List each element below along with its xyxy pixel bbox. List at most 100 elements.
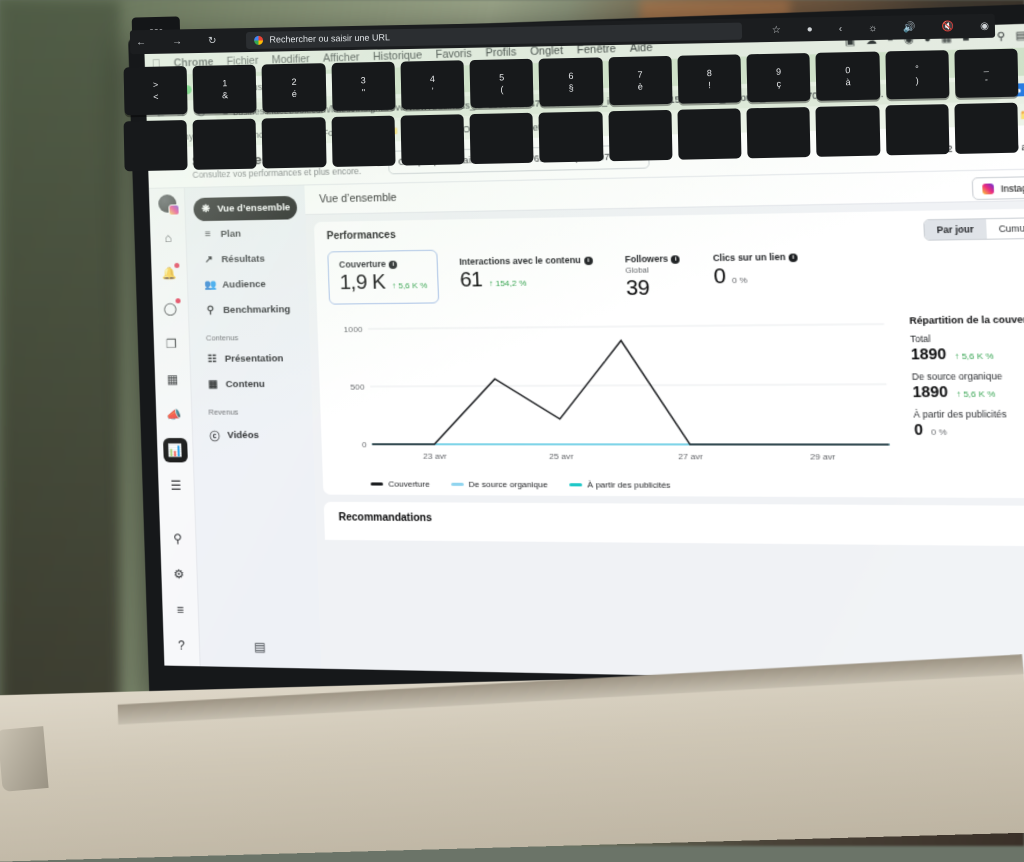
key[interactable]: 3" <box>331 62 395 111</box>
info-icon[interactable]: i <box>671 255 680 264</box>
metric-interactions[interactable]: Interactions avec le contenui 61 ↑ 154,2… <box>448 247 605 301</box>
reload-icon[interactable]: ↻ <box>208 35 217 46</box>
legend-item-couverture[interactable]: Couverture <box>370 479 429 489</box>
list-icon[interactable]: ≡ <box>168 597 193 622</box>
instagram-icon <box>982 183 994 194</box>
metrics-row: Couverturei 1,9 K ↑ 5,6 K % Interactions… <box>327 240 1024 313</box>
breakdown-title: Répartition de la couverture <box>909 314 1024 326</box>
menu-icon[interactable]: ☰ <box>164 474 189 498</box>
layout-panel-icon[interactable]: ▤ <box>254 640 266 658</box>
key[interactable] <box>400 114 464 165</box>
menubar-item-favoris[interactable]: Favoris <box>435 48 472 62</box>
sidebar-item-presentation[interactable]: ☷ Présentation <box>198 347 302 371</box>
info-icon[interactable]: i <box>789 253 798 262</box>
megaphone-icon[interactable]: 📣 <box>161 403 186 427</box>
key[interactable]: °) <box>885 50 949 99</box>
key[interactable] <box>677 108 741 159</box>
sidebar-item-videos[interactable]: ⓒ Vidéos <box>201 422 306 450</box>
legend-item-publicites[interactable]: À partir des publicités <box>569 480 671 490</box>
sidebar-item-resultats[interactable]: ↗ Résultats <box>195 247 299 272</box>
avatar[interactable] <box>158 194 177 212</box>
key[interactable]: _- <box>954 49 1018 98</box>
key-top-label: 6 <box>568 70 573 82</box>
gear-icon[interactable]: ⚙ <box>167 562 192 587</box>
key[interactable] <box>539 111 603 162</box>
key[interactable] <box>262 117 326 168</box>
metric-label: Interactions avec le contenu <box>459 255 581 267</box>
metric-label: Couverture <box>339 259 386 270</box>
info-icon[interactable]: i <box>389 261 398 269</box>
breakdown-row-publicites: 0 0 % <box>914 421 1024 439</box>
key[interactable]: 2é <box>262 63 326 112</box>
sidebar-item-vue-densemble[interactable]: ❋ Vue d’ensemble <box>193 196 297 221</box>
menubar-item-onglet[interactable]: Onglet <box>530 45 563 59</box>
bell-icon[interactable]: 🔔 <box>157 261 182 286</box>
key[interactable] <box>608 110 672 161</box>
key[interactable]: 4’ <box>400 60 464 109</box>
sidebar-item-contenu[interactable]: ▦ Contenu <box>199 372 303 396</box>
sidebar-item-plan[interactable]: ≡ Plan <box>194 221 298 246</box>
arrow-left-icon[interactable]: ← <box>136 36 146 47</box>
key[interactable]: 6§ <box>539 57 603 106</box>
key[interactable]: 9ç <box>747 53 811 102</box>
key[interactable]: 7è <box>608 56 672 105</box>
key[interactable] <box>954 103 1018 154</box>
key-top-label: 7 <box>637 68 642 80</box>
plan-icon: ≡ <box>202 229 213 240</box>
chevron-left-icon[interactable]: ‹ <box>839 23 843 34</box>
siri-icon[interactable]: ◉ <box>980 20 989 31</box>
volume-icon[interactable]: 🔊 <box>903 22 916 33</box>
download-icon[interactable]: ● <box>807 24 813 35</box>
metric-clics-lien[interactable]: Clics sur un lieni 0 0 % <box>701 244 810 299</box>
search-icon[interactable]: ⚲ <box>165 526 190 551</box>
key[interactable] <box>124 120 188 171</box>
sidebar-item-benchmarking[interactable]: ⚲ Benchmarking <box>197 298 301 323</box>
breakdown-row-organique: 1890 ↑ 5,6 K % <box>912 382 1024 400</box>
key-top-label: 0 <box>845 64 850 76</box>
benchmark-icon: ⚲ <box>205 305 216 316</box>
key[interactable] <box>470 113 534 164</box>
key[interactable] <box>816 106 880 157</box>
gridline <box>370 384 887 386</box>
calendar-grid-icon[interactable]: ▦ <box>160 367 185 391</box>
info-icon[interactable]: i <box>584 257 593 265</box>
legend-label: À partir des publicités <box>587 480 670 490</box>
key-bottom-label: è <box>638 80 643 92</box>
reach-line-chart[interactable]: 05001000 23 avr25 avr27 avr29 avr <box>330 315 898 476</box>
key[interactable]: 1& <box>193 65 257 114</box>
segment-par-jour[interactable]: Par jour <box>924 219 987 239</box>
key[interactable] <box>885 104 949 155</box>
metric-followers[interactable]: Followersi Global 39 <box>614 246 693 310</box>
platform-selector[interactable]: Instagram ▾ <box>971 175 1024 200</box>
segment-cumule[interactable]: Cumulé <box>986 218 1024 238</box>
key[interactable] <box>747 107 811 158</box>
metric-value: 1,9 K <box>339 271 386 295</box>
mute-icon[interactable]: 🔇 <box>942 21 955 32</box>
key[interactable]: 8! <box>677 54 741 103</box>
legend-item-organique[interactable]: De source organique <box>451 480 548 490</box>
chat-icon[interactable]: ◯ <box>158 296 183 321</box>
metric-delta: ↑ 5,6 K % <box>392 281 428 291</box>
search-icon[interactable]: ⚲ <box>996 30 1005 42</box>
sidebar-item-label: Audience <box>222 279 266 291</box>
key[interactable]: 0à <box>816 52 880 101</box>
key[interactable]: >< <box>124 66 188 115</box>
home-icon[interactable]: ⌂ <box>156 226 181 251</box>
metric-label: Clics sur un lien <box>713 252 786 264</box>
metric-couverture[interactable]: Couverturei 1,9 K ↑ 5,6 K % <box>327 250 439 305</box>
key[interactable] <box>331 116 395 167</box>
breakdown-row-total: 1890 ↑ 5,6 K % <box>910 344 1024 362</box>
control-center-icon[interactable]: ▤ <box>1015 30 1024 42</box>
bookmark-overflow[interactable]: 📁 Tous les <box>1020 107 1024 120</box>
pages-icon[interactable]: ❐ <box>159 332 184 356</box>
star-icon[interactable]: ☆ <box>772 24 781 35</box>
sidebar-item-audience[interactable]: 👥 Audience <box>196 272 300 297</box>
breakdown-label-organique: De source organique <box>912 370 1024 382</box>
bar-chart-icon[interactable]: 📊 <box>162 438 187 462</box>
key[interactable] <box>193 119 257 170</box>
arrow-right-icon[interactable]: → <box>172 36 182 47</box>
key[interactable]: 5( <box>470 59 534 108</box>
help-icon[interactable]: ? <box>169 633 194 658</box>
brightness-icon[interactable]: ☼ <box>868 22 877 33</box>
menubar-item-profils[interactable]: Profils <box>485 46 516 59</box>
